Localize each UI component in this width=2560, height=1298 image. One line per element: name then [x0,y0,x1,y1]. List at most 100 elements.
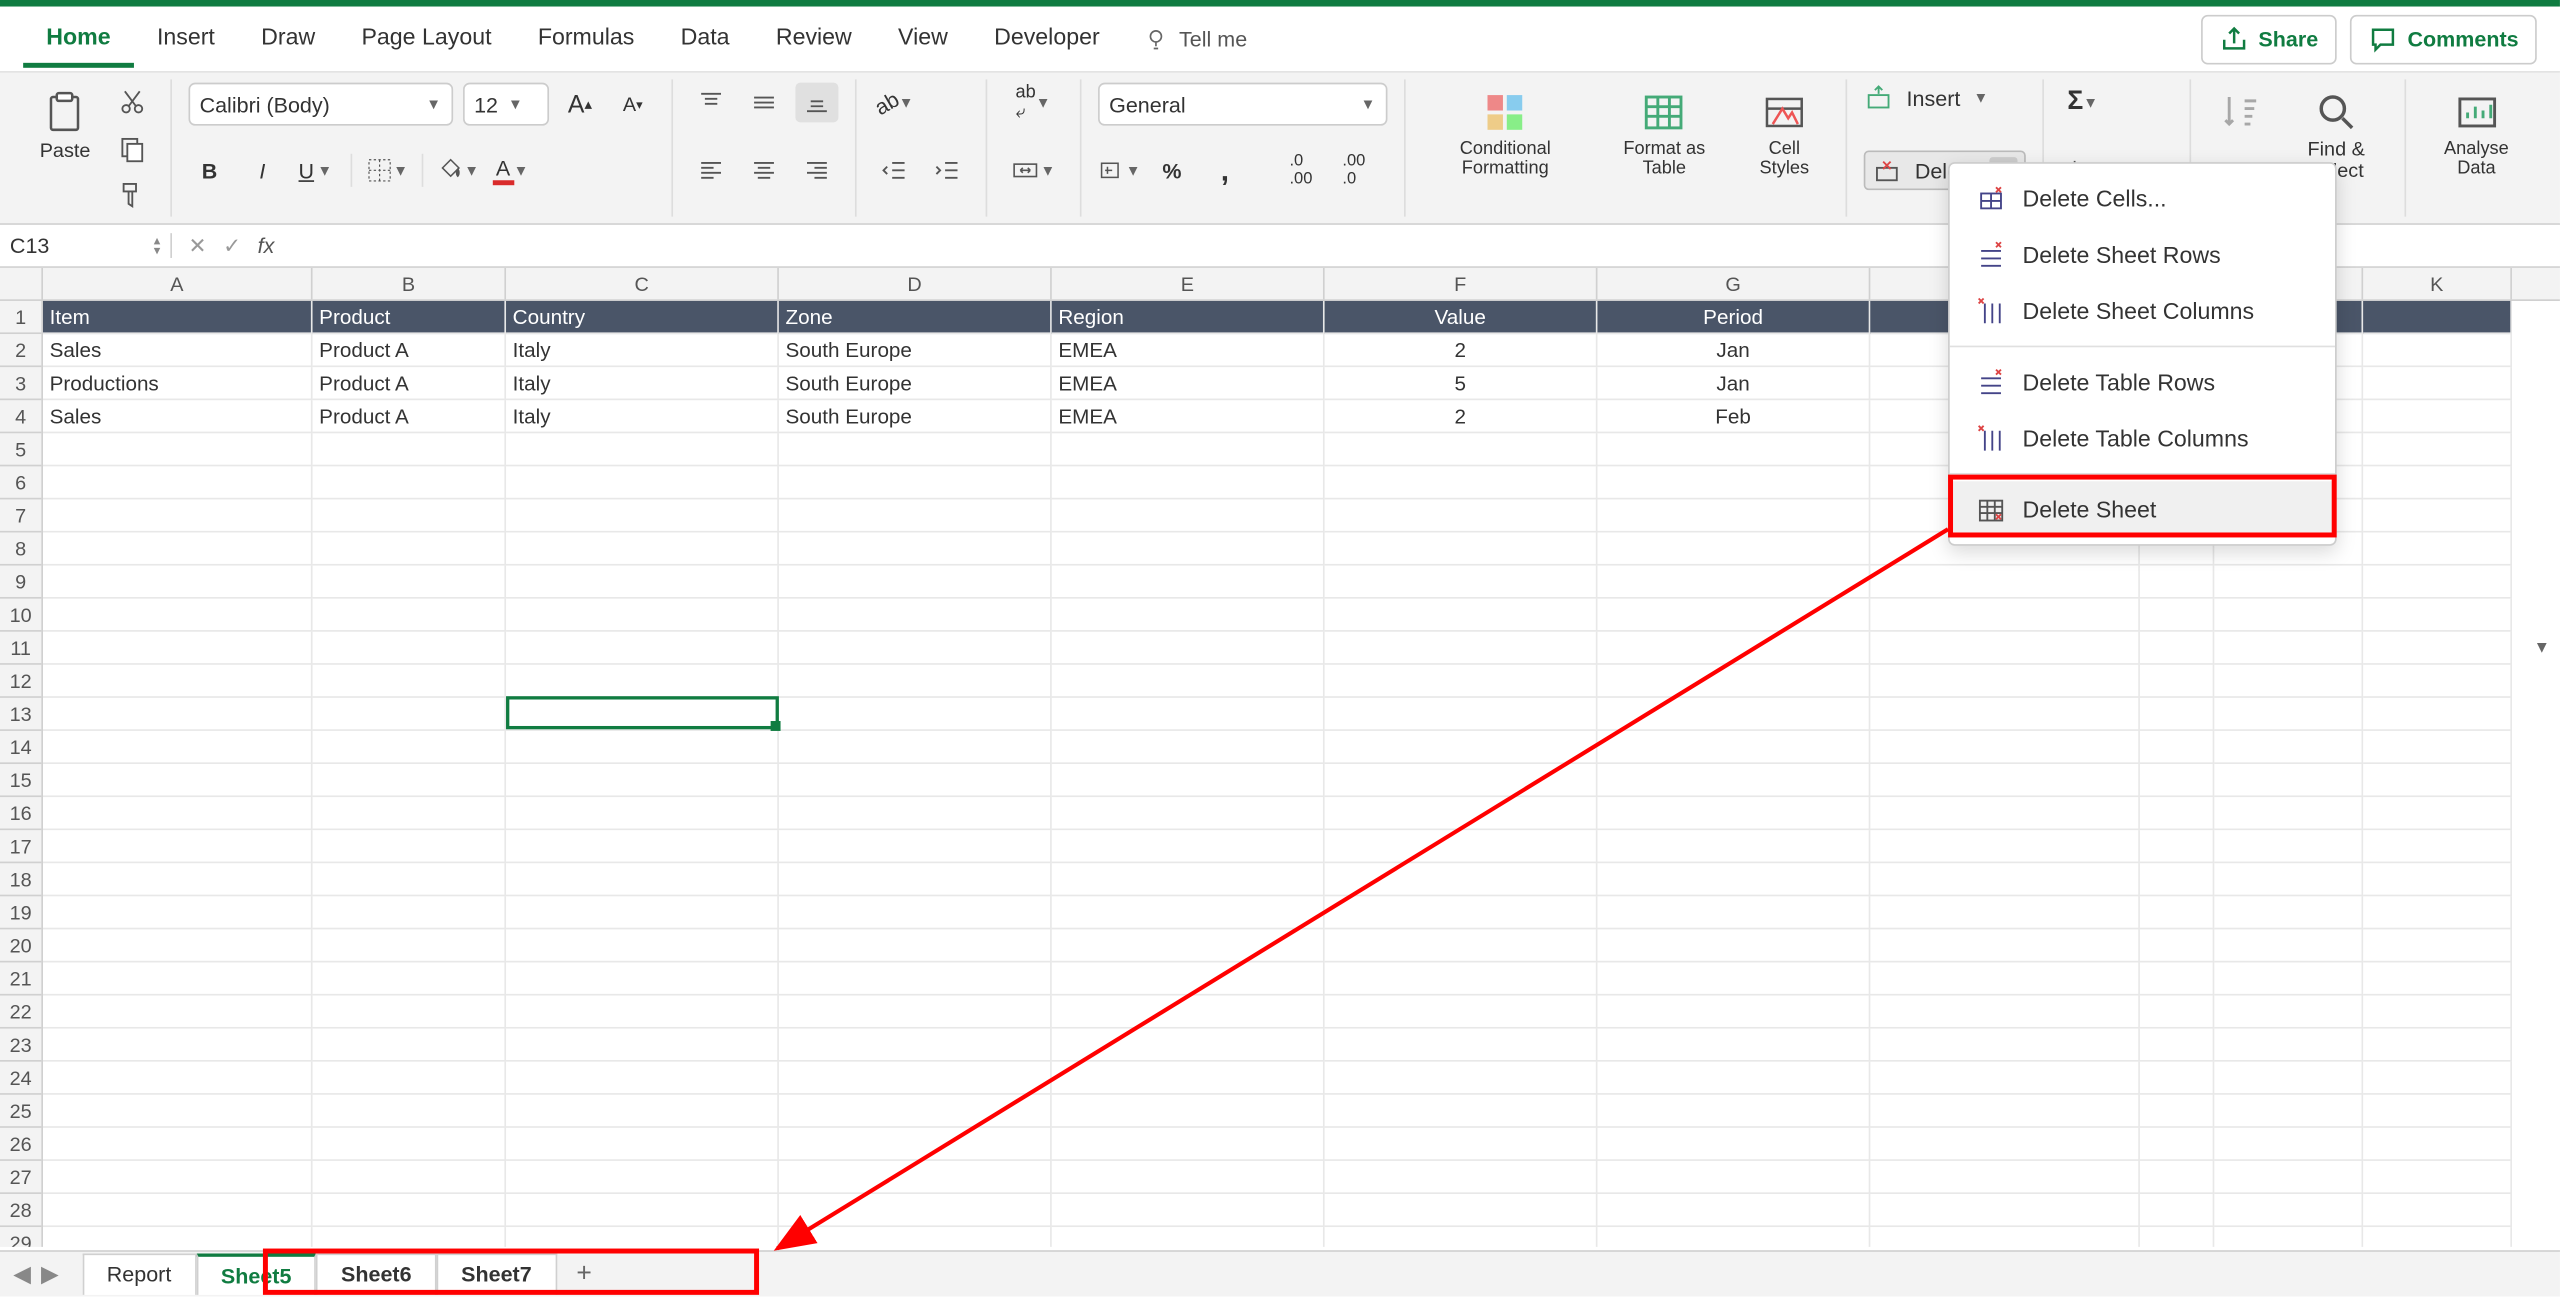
cell[interactable] [2140,830,2214,863]
cell[interactable] [2363,433,2512,466]
cell[interactable] [506,797,779,830]
sheet-nav-next[interactable]: ▶ [41,1260,59,1288]
cell[interactable] [1597,665,1870,698]
cell[interactable] [1597,962,1870,995]
cell[interactable] [1325,863,1598,896]
cell[interactable] [313,1062,506,1095]
cell[interactable] [43,1194,313,1227]
align-center-button[interactable] [742,150,785,190]
cell[interactable] [779,797,1052,830]
row-header[interactable]: 5 [0,433,41,466]
cell[interactable] [2140,929,2214,962]
cell[interactable] [1052,1029,1325,1062]
cell[interactable] [2214,698,2363,731]
cell[interactable] [1597,830,1870,863]
cell[interactable] [1597,433,1870,466]
cell[interactable] [1052,566,1325,599]
cell[interactable] [506,1062,779,1095]
column-header[interactable]: E [1052,268,1325,299]
row-header[interactable]: 1 [0,301,41,334]
cell[interactable] [313,665,506,698]
cell[interactable] [506,433,779,466]
cell[interactable] [1870,896,2140,929]
increase-indent-button[interactable] [926,150,969,190]
cell[interactable] [779,532,1052,565]
cell[interactable] [2363,731,2512,764]
number-format-dropdown[interactable]: General▼ [1098,83,1387,126]
cell[interactable] [1052,962,1325,995]
cell[interactable] [1325,532,1598,565]
cell[interactable] [779,1161,1052,1194]
cell[interactable] [2214,632,2363,665]
cell[interactable] [1325,1161,1598,1194]
cell[interactable] [506,929,779,962]
row-header[interactable]: 12 [0,665,41,698]
cell[interactable] [43,1095,313,1128]
cell[interactable] [313,929,506,962]
cell[interactable] [1870,962,2140,995]
cell[interactable] [779,996,1052,1029]
cell[interactable] [1870,1029,2140,1062]
cell[interactable] [2214,1128,2363,1161]
cell[interactable] [779,1227,1052,1247]
cell[interactable] [2140,764,2214,797]
cell[interactable] [2140,863,2214,896]
decrease-decimal-button[interactable]: .00.0 [1332,150,1375,190]
cell[interactable] [506,731,779,764]
align-right-button[interactable] [795,150,838,190]
cell[interactable] [506,1227,779,1247]
cell[interactable] [506,1128,779,1161]
cell[interactable]: Product A [313,367,506,400]
cell[interactable] [2140,698,2214,731]
cell[interactable] [2140,896,2214,929]
cell[interactable] [1325,896,1598,929]
column-header[interactable]: G [1597,268,1870,299]
cell[interactable] [2363,466,2512,499]
cell[interactable] [1597,1095,1870,1128]
fx-button[interactable]: fx [258,233,275,258]
copy-button[interactable] [110,129,153,169]
row-header[interactable]: 19 [0,896,41,929]
cell[interactable] [1870,764,2140,797]
cell[interactable] [43,830,313,863]
cell[interactable] [1052,466,1325,499]
cell[interactable] [2363,863,2512,896]
cell[interactable] [1325,1029,1598,1062]
cell[interactable] [1325,599,1598,632]
cell-styles-button[interactable]: Cell Styles [1740,83,1829,186]
cell[interactable] [506,896,779,929]
align-middle-button[interactable] [742,83,785,123]
paste-button[interactable]: Paste [30,83,101,215]
cell[interactable] [506,863,779,896]
cell[interactable] [2214,797,2363,830]
cell[interactable] [779,863,1052,896]
cell[interactable] [2214,1194,2363,1227]
cell[interactable] [2214,665,2363,698]
cell[interactable] [1597,1062,1870,1095]
cell[interactable] [1597,1161,1870,1194]
cell[interactable] [1325,797,1598,830]
cell[interactable] [506,1194,779,1227]
ribbon-tab-formulas[interactable]: Formulas [515,10,658,68]
cell[interactable] [1325,433,1598,466]
cell[interactable] [1325,1062,1598,1095]
cell[interactable]: Item [43,301,313,334]
row-header[interactable]: 23 [0,1029,41,1062]
wrap-text-button[interactable]: ab⤶▼ [1003,83,1063,123]
cell[interactable] [506,532,779,565]
cell[interactable] [1325,698,1598,731]
cell[interactable] [2363,400,2512,433]
cell[interactable] [43,764,313,797]
column-header[interactable]: C [506,268,779,299]
row-header[interactable]: 25 [0,1095,41,1128]
cell[interactable] [506,499,779,532]
cell[interactable] [2140,1227,2214,1247]
column-header[interactable]: B [313,268,506,299]
cell[interactable] [2363,599,2512,632]
row-header[interactable]: 17 [0,830,41,863]
cell[interactable] [2214,896,2363,929]
comma-button[interactable]: , [1203,150,1246,190]
decrease-indent-button[interactable] [873,150,916,190]
cell[interactable] [779,466,1052,499]
cell[interactable] [43,962,313,995]
